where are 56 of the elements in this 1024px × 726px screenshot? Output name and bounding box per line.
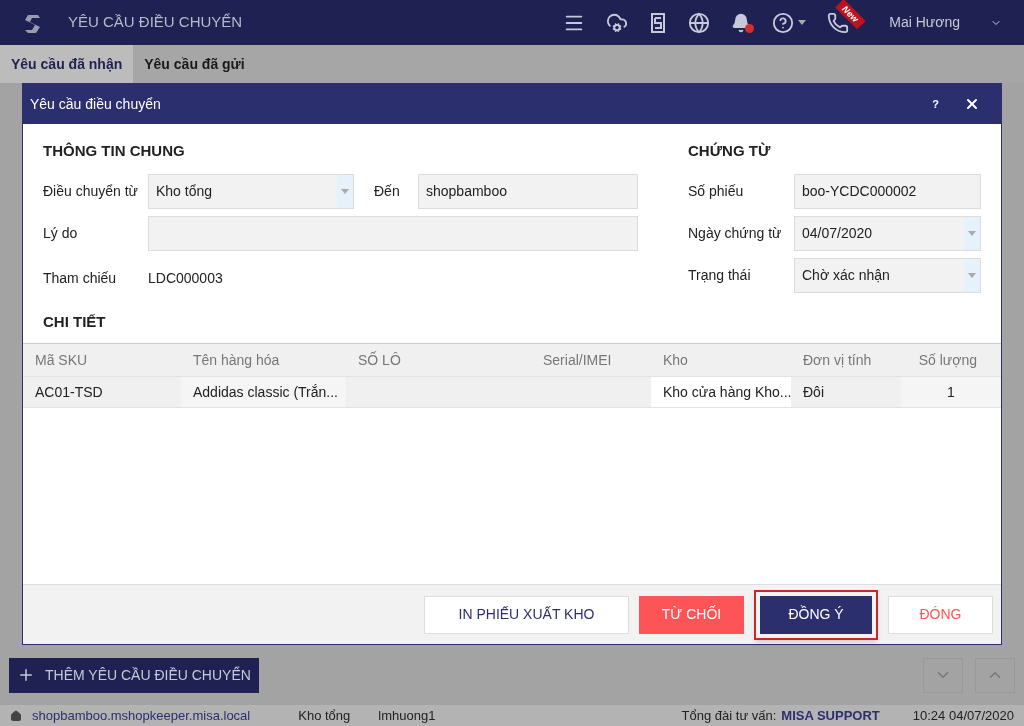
- reason-field[interactable]: [148, 215, 638, 251]
- domain-link[interactable]: shopbamboo.mshopkeeper.misa.local: [32, 705, 251, 726]
- section-heading: CHI TIẾT: [43, 311, 107, 332]
- table-cell: 1: [901, 377, 1001, 407]
- section-heading: THÔNG TIN CHUNG: [43, 141, 186, 161]
- section-heading: CHỨNG TỪ: [688, 141, 772, 161]
- caret-icon: [341, 188, 349, 194]
- cloud-icon[interactable]: [606, 11, 629, 34]
- dialog-button[interactable]: IN PHIẾU XUẤT KHO: [424, 595, 629, 634]
- field-label: Số phiếu: [688, 181, 745, 201]
- reference-value: LDC000003: [148, 268, 223, 288]
- field-label: Đến: [373, 181, 401, 201]
- plus-icon: [17, 666, 35, 684]
- s-document-icon[interactable]: [649, 11, 668, 34]
- column-header: Đơn vị tính: [802, 350, 873, 370]
- tab[interactable]: Yêu cầu đã gửi: [133, 45, 256, 83]
- dialog-button[interactable]: ĐỒNG Ý: [760, 595, 872, 634]
- home-icon[interactable]: [10, 709, 22, 722]
- field-label: Ngày chứng từ: [688, 223, 783, 243]
- column-header: Mã SKU: [34, 350, 89, 370]
- destination-field[interactable]: shopbamboo: [418, 173, 638, 209]
- column-header: Số lượng: [917, 350, 978, 370]
- table-cell: Addidas classic (Trắn...: [181, 377, 346, 407]
- tab[interactable]: Yêu cầu đã nhận: [0, 45, 134, 83]
- caret-icon: [968, 272, 976, 278]
- page-title: YÊU CẦU ĐIỀU CHUYỂN: [68, 12, 243, 33]
- column-header: Kho: [662, 350, 689, 370]
- close-icon[interactable]: [964, 96, 980, 112]
- table-cell-text: AC01-TSD: [34, 382, 104, 402]
- user-menu[interactable]: Mai Hương: [889, 12, 1002, 33]
- support-link[interactable]: MISA SUPPORT: [781, 705, 880, 726]
- column-header: SỐ LÔ: [357, 350, 402, 370]
- field-label: Điều chuyển từ: [43, 181, 139, 201]
- select-field[interactable]: 04/07/2020: [794, 215, 981, 251]
- column-header: Serial/IMEI: [542, 350, 613, 370]
- notification-bell-icon[interactable]: [731, 12, 752, 33]
- field-label: Trạng thái: [688, 265, 752, 285]
- globe-icon[interactable]: [688, 11, 711, 34]
- caret-icon: [798, 20, 807, 25]
- column-header: Tên hàng hóa: [192, 350, 281, 370]
- voucher-number-field[interactable]: boo-YCDC000002: [794, 173, 981, 209]
- select-field[interactable]: Chờ xác nhận: [794, 257, 981, 293]
- support-label: Tổng đài tư vấn:: [681, 706, 777, 725]
- add-request-button[interactable]: THÊM YÊU CẦU ĐIỀU CHUYỂN: [9, 657, 259, 693]
- user-name: lmhuong1: [378, 706, 436, 725]
- table-cell: Kho cửa hàng Kho...: [651, 377, 791, 407]
- dialog-title: Yêu cầu điều chuyển: [30, 94, 161, 114]
- help-icon[interactable]: [772, 11, 795, 34]
- caret-icon: [968, 230, 976, 236]
- table-cell-text: Đôi: [802, 382, 825, 402]
- source-select[interactable]: Kho tổng: [148, 173, 354, 209]
- date-time: 10:24 04/07/2020: [912, 706, 1014, 725]
- help-button[interactable]: ?: [932, 95, 939, 113]
- field-label: Lý do: [43, 223, 79, 243]
- field-label: Tham chiếu: [43, 268, 118, 288]
- store-name: Kho tổng: [298, 706, 351, 725]
